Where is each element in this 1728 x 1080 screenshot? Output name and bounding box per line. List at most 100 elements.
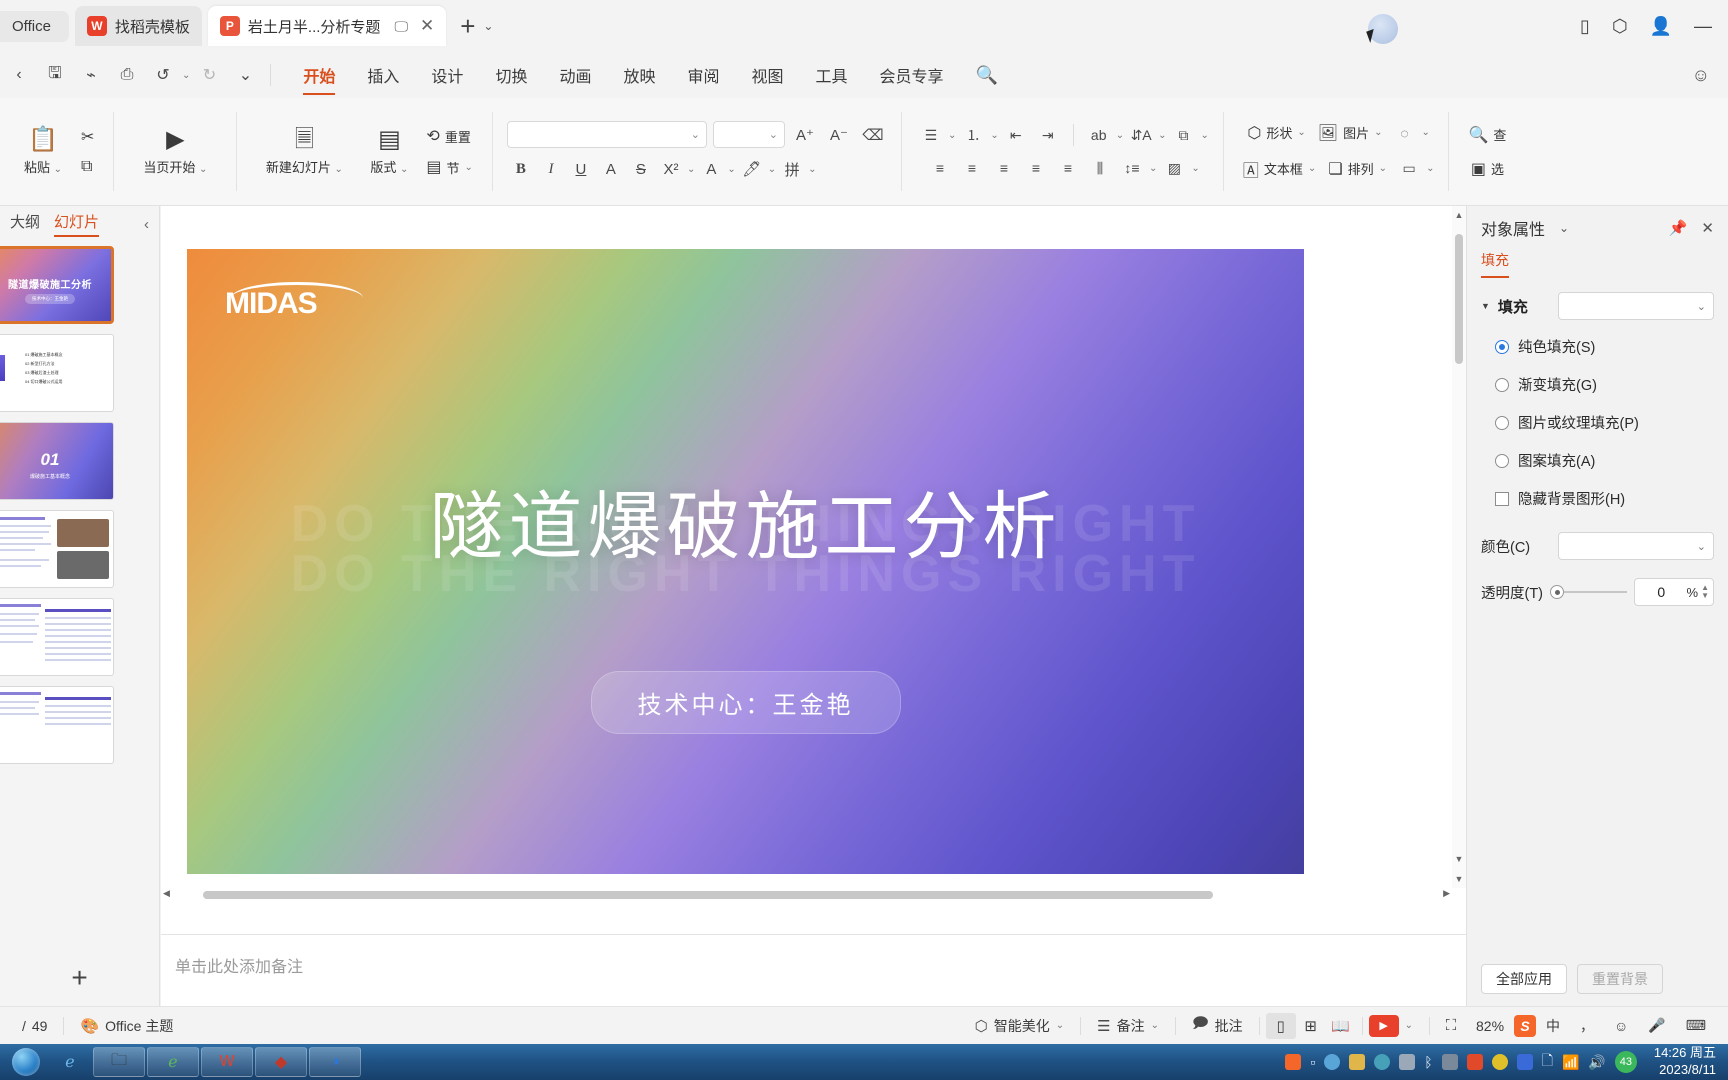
edge-icon[interactable]: ◑ <box>309 1047 361 1077</box>
chevron-down-icon[interactable]: ⌄ <box>483 19 493 33</box>
cc-icon[interactable] <box>1466 1054 1483 1070</box>
fill-option-picture-texture[interactable]: 图片或纹理填充(P) <box>1495 412 1714 433</box>
office-button[interactable]: Office <box>0 10 69 42</box>
reset-button[interactable]: ⟲ 重置 <box>421 123 478 149</box>
stepper-arrows[interactable]: ▲ ▼ <box>1701 584 1709 600</box>
pin-icon[interactable]: 📌 <box>1669 219 1688 237</box>
slide-sorter-icon[interactable]: ⊞ <box>1296 1013 1326 1039</box>
tab-slideshow[interactable]: 放映 <box>607 57 671 93</box>
tab-start[interactable]: 开始 <box>287 57 351 95</box>
tab-view[interactable]: 视图 <box>736 57 800 93</box>
reset-background-button[interactable]: 重置背景 <box>1577 964 1663 994</box>
cube-icon[interactable]: ⬡ <box>1612 16 1628 37</box>
chevron-down-icon[interactable]: ⌄ <box>1559 221 1569 235</box>
undo-dropdown-icon[interactable]: ⌄ <box>182 70 190 81</box>
ime-mic-icon[interactable]: 🎤 <box>1638 1017 1675 1034</box>
browser-icon[interactable]: ℯ <box>147 1047 199 1077</box>
slider-knob[interactable] <box>1550 585 1565 599</box>
superscript-button[interactable]: X² <box>657 156 685 182</box>
avatar-icon[interactable]: 👤 <box>1650 16 1672 37</box>
beautify-button[interactable]: ⬡ 智能美化 ⌄ <box>965 1016 1075 1036</box>
panel-tab-fill[interactable]: 填充 <box>1481 250 1509 278</box>
layout-button[interactable]: ▤ 版式 ⌄ <box>357 124 421 180</box>
volume-icon[interactable]: 🔊 <box>1588 1054 1605 1071</box>
slide-thumbnail-5[interactable] <box>0 598 114 676</box>
text-effect-button[interactable]: A <box>597 156 625 182</box>
font-size-input[interactable]: ⌄ <box>712 121 785 148</box>
normal-view-icon[interactable]: ▯ <box>1265 1012 1296 1039</box>
align-text-icon[interactable]: ⇵A <box>1126 123 1156 148</box>
align-right-icon[interactable]: ≡ <box>989 156 1019 181</box>
bullet-list-icon[interactable]: ☰ <box>916 123 946 148</box>
smartart-icon[interactable]: ⧉ <box>1169 123 1199 148</box>
columns-icon[interactable]: ⫼ <box>1085 156 1115 181</box>
chevron-down-icon[interactable]: ⌄ <box>1151 1020 1159 1031</box>
vertical-scroll-thumb[interactable] <box>1455 234 1463 364</box>
hide-background-graphics-checkbox[interactable]: 隐藏背景图形(H) <box>1495 488 1714 509</box>
bluetooth-icon[interactable]: ᛒ <box>1424 1054 1432 1070</box>
wps-writer-icon[interactable]: W <box>201 1047 253 1077</box>
align-center-icon[interactable]: ≡ <box>957 156 987 181</box>
ime-lang-button[interactable]: 中 <box>1536 1016 1570 1036</box>
vertical-scrollbar[interactable]: ▲ ▼ ▼ <box>1452 206 1466 888</box>
align-left-icon[interactable]: ≡ <box>925 156 955 181</box>
chevron-down-icon[interactable]: ⌄ <box>1116 130 1124 141</box>
scroll-up-icon[interactable]: ▲ <box>1452 210 1466 220</box>
justify-icon[interactable]: ≡ <box>1021 156 1051 181</box>
reading-view-icon[interactable]: 📖 <box>1326 1013 1356 1039</box>
sogou-ime-icon[interactable]: S <box>1514 1014 1537 1037</box>
undo-icon[interactable]: ↺ <box>146 59 180 91</box>
chevron-down-icon[interactable]: ⌄ <box>1426 163 1434 174</box>
cloud-icon[interactable] <box>1324 1054 1341 1070</box>
text-direction-icon[interactable]: ab <box>1084 123 1114 148</box>
smiley-icon[interactable]: ☺ <box>1692 65 1710 86</box>
distribute-icon[interactable]: ≡ <box>1053 156 1083 181</box>
internet-explorer-icon[interactable]: ℯ <box>49 1047 91 1077</box>
tab-tools[interactable]: 工具 <box>800 57 864 93</box>
new-slide-button[interactable]: 🗏 新建幻灯片 ⌄ <box>251 124 357 180</box>
chevron-down-icon[interactable]: ⌄ <box>1158 130 1166 141</box>
scroll-right-icon[interactable]: ▶ <box>1443 888 1450 899</box>
save-icon[interactable]: 🖫 <box>38 59 72 91</box>
network-icon[interactable] <box>1399 1054 1416 1070</box>
tab-design[interactable]: 设计 <box>415 57 479 93</box>
chevron-down-icon[interactable]: ⌄ <box>990 130 998 141</box>
zoom-level[interactable]: 82% <box>1466 1018 1514 1034</box>
chevron-down-icon[interactable]: ⌄ <box>1201 130 1209 141</box>
chevron-down-icon[interactable]: ⌄ <box>1056 1020 1064 1031</box>
search-icon[interactable]: 🔍 <box>960 59 1014 92</box>
transparency-value[interactable]: 0 <box>1639 584 1684 600</box>
h-scroll-track[interactable] <box>175 891 1438 899</box>
add-slide-button[interactable]: + <box>0 958 159 998</box>
ime-punctuation-button[interactable]: ， <box>1570 1016 1604 1036</box>
horizontal-scrollbar[interactable]: ◀ ▶ <box>161 888 1452 902</box>
chevron-down-icon[interactable]: ⌄ <box>691 128 700 141</box>
font-color-button[interactable]: A <box>697 156 725 182</box>
sogou2-icon[interactable] <box>1516 1054 1533 1070</box>
slide-thumbnail-1[interactable]: 隧道爆破施工分析 技术中心：王金艳 <box>0 246 114 324</box>
slide-thumbnail-3[interactable]: 01 爆破施工基本概念 <box>0 422 114 500</box>
chevron-down-icon[interactable]: ▼ <box>1481 301 1490 311</box>
textbox-button[interactable]: 🄰 文本框 ⌄ <box>1238 154 1321 184</box>
color-picker-select[interactable]: ⌄ <box>1558 532 1714 560</box>
tab-insert[interactable]: 插入 <box>351 57 415 93</box>
shape-outline-icon[interactable]: ▭ <box>1394 156 1424 181</box>
present-monitor-icon[interactable]: 🖵 <box>394 18 408 35</box>
tab-slides[interactable]: 幻灯片 <box>54 211 100 237</box>
plus-icon[interactable] <box>1491 1054 1508 1070</box>
close-icon[interactable]: ✕ <box>420 16 434 36</box>
slide-title[interactable]: 隧道爆破施工分析 <box>187 467 1304 574</box>
shrink-font-button[interactable]: A⁻ <box>825 122 853 148</box>
slide-thumbnail-2[interactable]: 01 爆破施工基本概念 02 新型打孔方法 03 爆破后渣土处理 04 切口爆破… <box>0 334 114 412</box>
tab-animation[interactable]: 动画 <box>543 57 607 93</box>
chevron-left-icon[interactable]: ‹ <box>144 216 149 233</box>
tab-outline[interactable]: 大纲 <box>10 211 40 237</box>
start-from-current-button[interactable]: ▶ 当页开始 ⌄ <box>128 124 222 180</box>
apply-all-button[interactable]: 全部应用 <box>1481 964 1567 994</box>
arrange-button[interactable]: ❏ 排列 ⌄ <box>1323 156 1392 182</box>
chevron-down-icon[interactable]: ⌄ <box>808 164 816 175</box>
clock[interactable]: 14:26 周五 2023/8/11 <box>1646 1045 1716 1079</box>
copy-button[interactable]: ⧉ <box>76 155 99 179</box>
signal-icon[interactable]: 📶 <box>1562 1054 1579 1071</box>
chevron-down-icon[interactable]: ⌄ <box>1405 1020 1413 1031</box>
